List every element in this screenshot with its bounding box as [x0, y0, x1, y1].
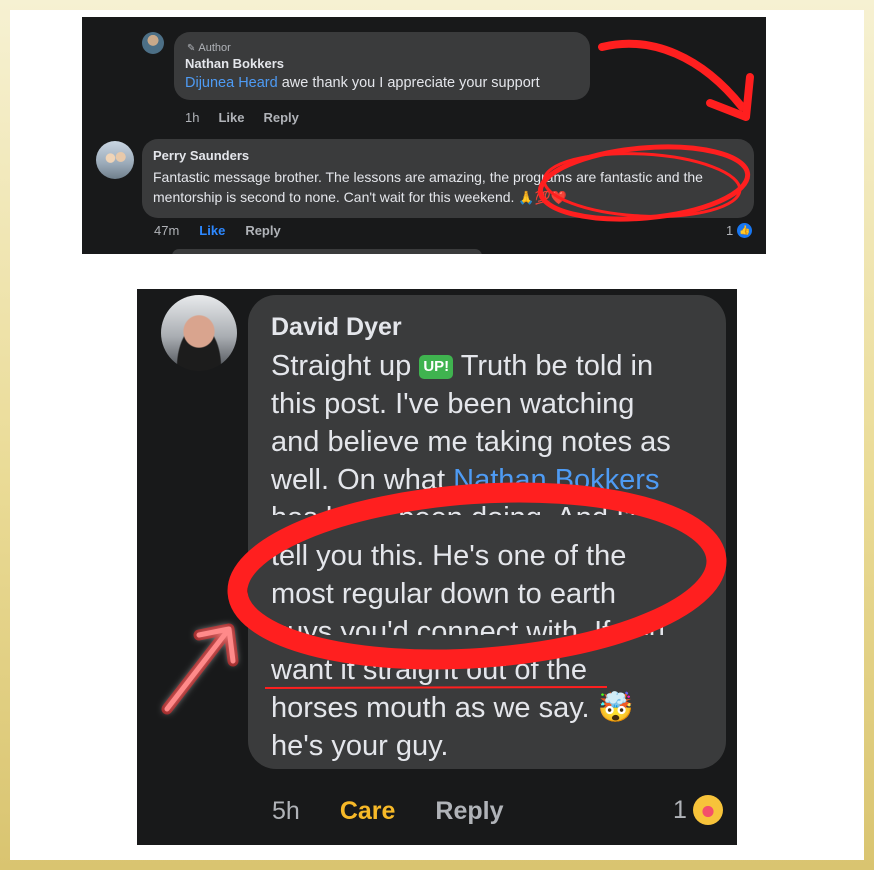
comment-text: Dijunea Heard awe thank you I appreciate… — [185, 75, 540, 91]
like-button[interactable]: Like — [199, 223, 225, 238]
comment-actions: 5h Care Reply — [272, 797, 504, 826]
emoji-group: 🙏💯❤️ — [518, 190, 567, 205]
comment-line-part: horses mouth as we say. — [271, 692, 590, 724]
timestamp[interactable]: 1h — [185, 110, 199, 125]
comment-line: horses mouth as we say. 🤯 — [271, 689, 711, 727]
reply-bubble: ✎ Author Nathan Bokkers Dijunea Heard aw… — [174, 32, 590, 100]
thumbs-up-icon: 👍 — [737, 223, 753, 238]
comment-line: and believe me taking notes as — [271, 426, 671, 458]
comment-line-obscured: has been been doing. And I'll — [271, 499, 711, 515]
mention-link[interactable]: Nathan Bokkers — [453, 464, 659, 496]
comment-line: want it straight out of the — [271, 654, 587, 686]
neon-arrow — [164, 626, 236, 712]
up-badge-icon: UP! — [419, 355, 454, 379]
avatar[interactable] — [161, 295, 237, 371]
comment-line: he's your guy. — [271, 730, 449, 762]
reply-actions: 1h Like Reply — [185, 110, 299, 125]
comment-line: Straight up UP! Truth be told in — [271, 347, 711, 385]
comment-line: tell you this. He's one of the — [271, 540, 627, 572]
next-comment-peek — [172, 249, 482, 254]
reply-button[interactable]: Reply — [245, 223, 280, 238]
like-button[interactable]: Like — [218, 110, 244, 125]
comment-line-part: Truth be told in — [460, 350, 654, 382]
comment-line: most regular down to earth — [271, 578, 616, 610]
comment-body: Fantastic message brother. The lessons a… — [153, 169, 703, 205]
reply-button[interactable]: Reply — [263, 110, 298, 125]
mention-link[interactable]: Dijunea Heard — [185, 75, 278, 91]
reaction-count[interactable]: 1 — [673, 795, 723, 825]
red-arrow-curve — [598, 39, 746, 111]
reaction-count-value: 1 — [726, 223, 734, 238]
author-badge-label: Author — [198, 42, 231, 54]
commenter-name[interactable]: David Dyer — [271, 313, 402, 342]
zoomed-comment-screenshot: David Dyer Straight up UP! Truth be told… — [137, 289, 737, 845]
reaction-count[interactable]: 1 👍 — [726, 223, 753, 238]
comment-line-part: Straight up — [271, 350, 412, 382]
white-frame: ✎ Author Nathan Bokkers Dijunea Heard aw… — [10, 10, 864, 860]
red-arrow-head — [706, 73, 754, 121]
neon-arrow-glow — [161, 623, 239, 715]
comment-bubble: Perry Saunders Fantastic message brother… — [142, 139, 754, 218]
care-reaction-icon — [692, 795, 723, 825]
commenter-name[interactable]: Perry Saunders — [153, 148, 249, 163]
comment-line-part: well. On what — [271, 464, 446, 496]
comment-line: this post. I've been watching — [271, 388, 635, 420]
reply-button[interactable]: Reply — [435, 797, 503, 826]
top-comment-screenshot: ✎ Author Nathan Bokkers Dijunea Heard aw… — [82, 17, 766, 254]
comment-bubble: David Dyer Straight up UP! Truth be told… — [248, 295, 726, 769]
comment-text: Fantastic message brother. The lessons a… — [153, 167, 753, 208]
exploding-head-icon: 🤯 — [597, 692, 634, 724]
pencil-icon: ✎ — [187, 42, 196, 54]
reaction-count-value: 1 — [673, 795, 687, 824]
author-badge: ✎ Author — [187, 42, 231, 54]
avatar[interactable] — [96, 141, 134, 179]
timestamp[interactable]: 47m — [154, 223, 179, 238]
commenter-name[interactable]: Nathan Bokkers — [185, 56, 284, 71]
comment-text: Straight up UP! Truth be told in this po… — [271, 347, 711, 765]
timestamp[interactable]: 5h — [272, 797, 300, 826]
comment-line-obscured: guys you'd connect with. If you — [271, 616, 666, 635]
comment-line: well. On what Nathan Bokkers — [271, 461, 711, 499]
care-button[interactable]: Care — [340, 797, 396, 826]
avatar[interactable] — [142, 32, 164, 54]
comment-body: awe thank you I appreciate your support — [281, 75, 540, 91]
comment-actions: 47m Like Reply — [154, 223, 281, 238]
